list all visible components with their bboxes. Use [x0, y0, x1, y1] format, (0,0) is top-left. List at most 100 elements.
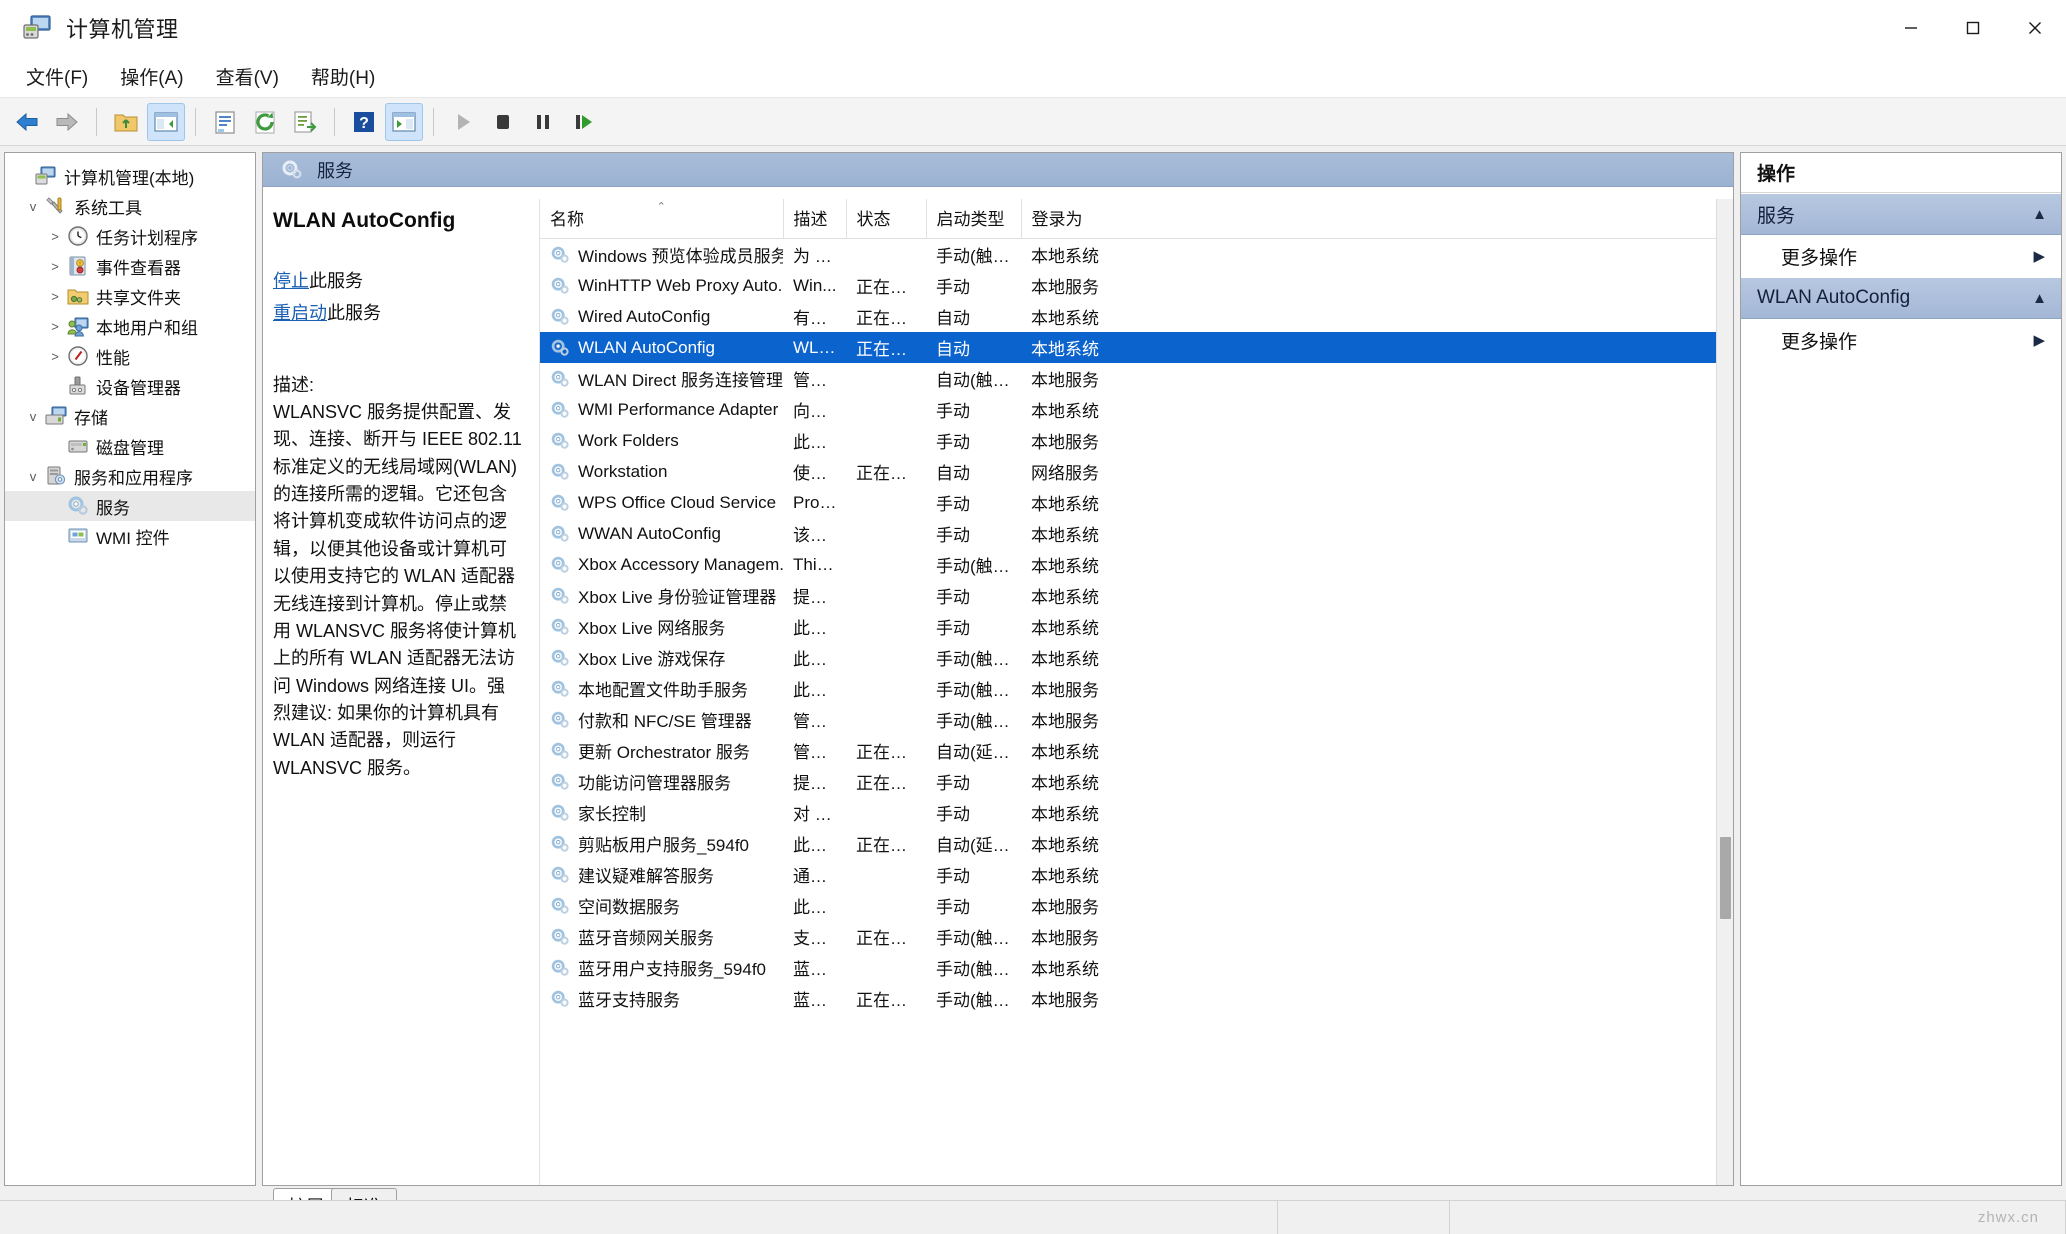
show-action-pane-button[interactable]	[385, 102, 423, 141]
table-row[interactable]: 蓝牙音频网关服务 支持... 正在运... 手动(触发... 本地服务	[540, 921, 1733, 952]
up-one-level-button[interactable]	[107, 103, 145, 141]
table-row[interactable]: 付款和 NFC/SE 管理器 管理... 手动(触发... 本地服务	[540, 704, 1733, 735]
chevron-right-icon[interactable]: >	[43, 289, 67, 304]
chevron-right-icon[interactable]: >	[43, 319, 67, 334]
properties-button[interactable]	[206, 103, 244, 141]
table-row[interactable]: 本地配置文件助手服务 此服... 手动(触发... 本地服务	[540, 673, 1733, 704]
stop-service-link[interactable]: 停止	[273, 271, 309, 291]
help-button[interactable]: ?	[345, 103, 383, 141]
chevron-right-icon[interactable]: >	[43, 349, 67, 364]
gear-icon	[550, 710, 570, 730]
action-more-actions-services[interactable]: 更多操作 ▶	[1741, 235, 2061, 277]
cell-startup-type: 手动(触发...	[936, 557, 1021, 576]
storage-icon	[45, 405, 67, 427]
table-row[interactable]: WinHTTP Web Proxy Auto... Win... 正在运... 手动 本…	[540, 270, 1733, 301]
tree-item-local-users-groups[interactable]: > 本地用户和组	[5, 311, 255, 341]
table-row[interactable]: WLAN AutoConfig WLA... 正在运... 自动 本地系统	[540, 332, 1733, 363]
services-list-container[interactable]: ⌃ 名称 描述 状态 启动类型 登录为 Windows 预览体验成员服务为 W.…	[539, 199, 1733, 1185]
export-list-button[interactable]	[286, 103, 324, 141]
actions-group-services[interactable]: 服务 ▲	[1741, 193, 2061, 235]
menu-help[interactable]: 帮助(H)	[297, 58, 389, 95]
table-row[interactable]: WMI Performance Adapter 向网... 手动 本地系统	[540, 394, 1733, 425]
table-row[interactable]: Windows 预览体验成员服务为 W... 手动(触发... 本地系统	[540, 239, 1733, 271]
tree-item-task-scheduler[interactable]: > 任务计划程序	[5, 221, 255, 251]
services-banner: 服务	[263, 153, 1733, 187]
table-row[interactable]: 剪贴板用户服务_594f0 此用... 正在运... 自动(延迟... 本地系统	[540, 828, 1733, 859]
tree-item-services[interactable]: 服务	[5, 491, 255, 521]
table-row[interactable]: Wired AutoConfig 有线... 正在运... 自动 本地系统	[540, 301, 1733, 332]
pause-service-button[interactable]	[524, 103, 562, 141]
minimize-button[interactable]	[1880, 0, 1942, 56]
menu-view[interactable]: 查看(V)	[202, 58, 293, 95]
cell-status	[846, 611, 926, 642]
cell-status	[846, 549, 926, 580]
refresh-button[interactable]	[246, 103, 284, 141]
services-list-scrollbar[interactable]	[1716, 199, 1733, 1185]
chevron-down-icon[interactable]: v	[21, 199, 45, 214]
menu-file[interactable]: 文件(F)	[12, 58, 102, 95]
table-row[interactable]: WPS Office Cloud Service Provi... 手动 本地系统	[540, 487, 1733, 518]
show-hide-console-tree-button[interactable]	[147, 102, 185, 141]
forward-button[interactable]	[48, 103, 86, 141]
table-row[interactable]: WLAN Direct 服务连接管理... 管理... 自动(触发... 本地服务	[540, 363, 1733, 394]
table-row[interactable]: Workstation 使用 ... 正在运... 自动 网络服务	[540, 456, 1733, 487]
gear-icon	[550, 524, 570, 544]
scrollbar-thumb[interactable]	[1720, 837, 1731, 919]
chevron-down-icon[interactable]: v	[21, 409, 45, 424]
column-header-status[interactable]: 状态	[846, 199, 927, 239]
selected-service-title: WLAN AutoConfig	[273, 209, 456, 232]
column-header-description[interactable]: 描述	[783, 199, 847, 239]
console-tree-pane[interactable]: 计算机管理(本地) v 系统工具 > 任务计划程序 > ! 事件查看器 > 共享…	[4, 152, 256, 1186]
table-row[interactable]: 功能访问管理器服务 提供... 正在运... 手动 本地系统	[540, 766, 1733, 797]
start-service-button[interactable]	[444, 103, 482, 141]
column-header-startup-type[interactable]: 启动类型	[926, 199, 1022, 239]
tree-item-performance[interactable]: > 性能	[5, 341, 255, 371]
chevron-up-icon[interactable]: ▲	[2032, 206, 2047, 223]
menu-action[interactable]: 操作(A)	[106, 58, 197, 95]
close-button[interactable]	[2004, 0, 2066, 56]
stop-service-button[interactable]	[484, 103, 522, 141]
maximize-button[interactable]	[1942, 0, 2004, 56]
table-row[interactable]: Xbox Live 身份验证管理器 提供... 手动 本地系统	[540, 580, 1733, 611]
tree-item-shared-folders[interactable]: > 共享文件夹	[5, 281, 255, 311]
chevron-right-icon[interactable]: >	[43, 259, 67, 274]
service-name-text: 本地配置文件助手服务	[578, 681, 748, 700]
table-row[interactable]: 更新 Orchestrator 服务 管理 ... 正在运... 自动(延迟... 本地…	[540, 735, 1733, 766]
chevron-down-icon[interactable]: v	[21, 469, 45, 484]
back-button[interactable]	[8, 103, 46, 141]
table-row[interactable]: 家长控制 对 W... 手动 本地系统	[540, 797, 1733, 828]
table-row[interactable]: 空间数据服务 此服... 手动 本地服务	[540, 890, 1733, 921]
actions-group-wlan-autoconfig[interactable]: WLAN AutoConfig ▲	[1741, 277, 2061, 319]
chevron-up-icon[interactable]: ▲	[2032, 290, 2047, 307]
tools-icon	[45, 195, 67, 217]
tree-item-storage[interactable]: v 存储	[5, 401, 255, 431]
action-label: 更多操作	[1781, 247, 1858, 269]
tree-item-computer-management[interactable]: 计算机管理(本地)	[5, 161, 255, 191]
tree-item-system-tools[interactable]: v 系统工具	[5, 191, 255, 221]
table-row[interactable]: 蓝牙用户支持服务_594f0 蓝牙... 手动(触发... 本地系统	[540, 952, 1733, 983]
column-label: 名称	[550, 210, 584, 229]
table-row[interactable]: 建议疑难解答服务 通过... 手动 本地系统	[540, 859, 1733, 890]
column-header-log-on-as[interactable]: 登录为	[1021, 199, 1733, 239]
table-row[interactable]: Work Folders 此服... 手动 本地服务	[540, 425, 1733, 456]
table-row[interactable]: Xbox Live 游戏保存 此服... 手动(触发... 本地系统	[540, 642, 1733, 673]
restart-service-line: 重启动此服务	[273, 299, 523, 325]
tree-item-wmi-control[interactable]: WMI 控件	[5, 521, 255, 551]
tree-item-services-and-applications[interactable]: v 服务和应用程序	[5, 461, 255, 491]
action-more-actions-wlan[interactable]: 更多操作 ▶	[1741, 319, 2061, 361]
table-row[interactable]: WWAN AutoConfig 该服... 手动 本地系统	[540, 518, 1733, 549]
chevron-right-icon[interactable]: >	[43, 229, 67, 244]
restart-service-button[interactable]	[564, 103, 602, 141]
cell-service-name: Xbox Accessory Managem...	[540, 549, 783, 580]
restart-service-link[interactable]: 重启动	[273, 303, 327, 323]
table-row[interactable]: Xbox Accessory Managem... This ... 手动(触发..…	[540, 549, 1733, 580]
column-header-name[interactable]: ⌃ 名称	[540, 199, 784, 239]
service-name-text: WMI Performance Adapter	[578, 399, 779, 419]
tree-item-disk-management[interactable]: 磁盘管理	[5, 431, 255, 461]
cell-status: 正在运...	[856, 929, 922, 948]
table-row[interactable]: Xbox Live 网络服务 此服... 手动 本地系统	[540, 611, 1733, 642]
table-row[interactable]: 蓝牙支持服务 蓝牙... 正在运... 手动(触发... 本地服务	[540, 983, 1733, 1014]
gear-icon	[550, 307, 570, 327]
tree-item-event-viewer[interactable]: > ! 事件查看器	[5, 251, 255, 281]
tree-item-device-manager[interactable]: 设备管理器	[5, 371, 255, 401]
